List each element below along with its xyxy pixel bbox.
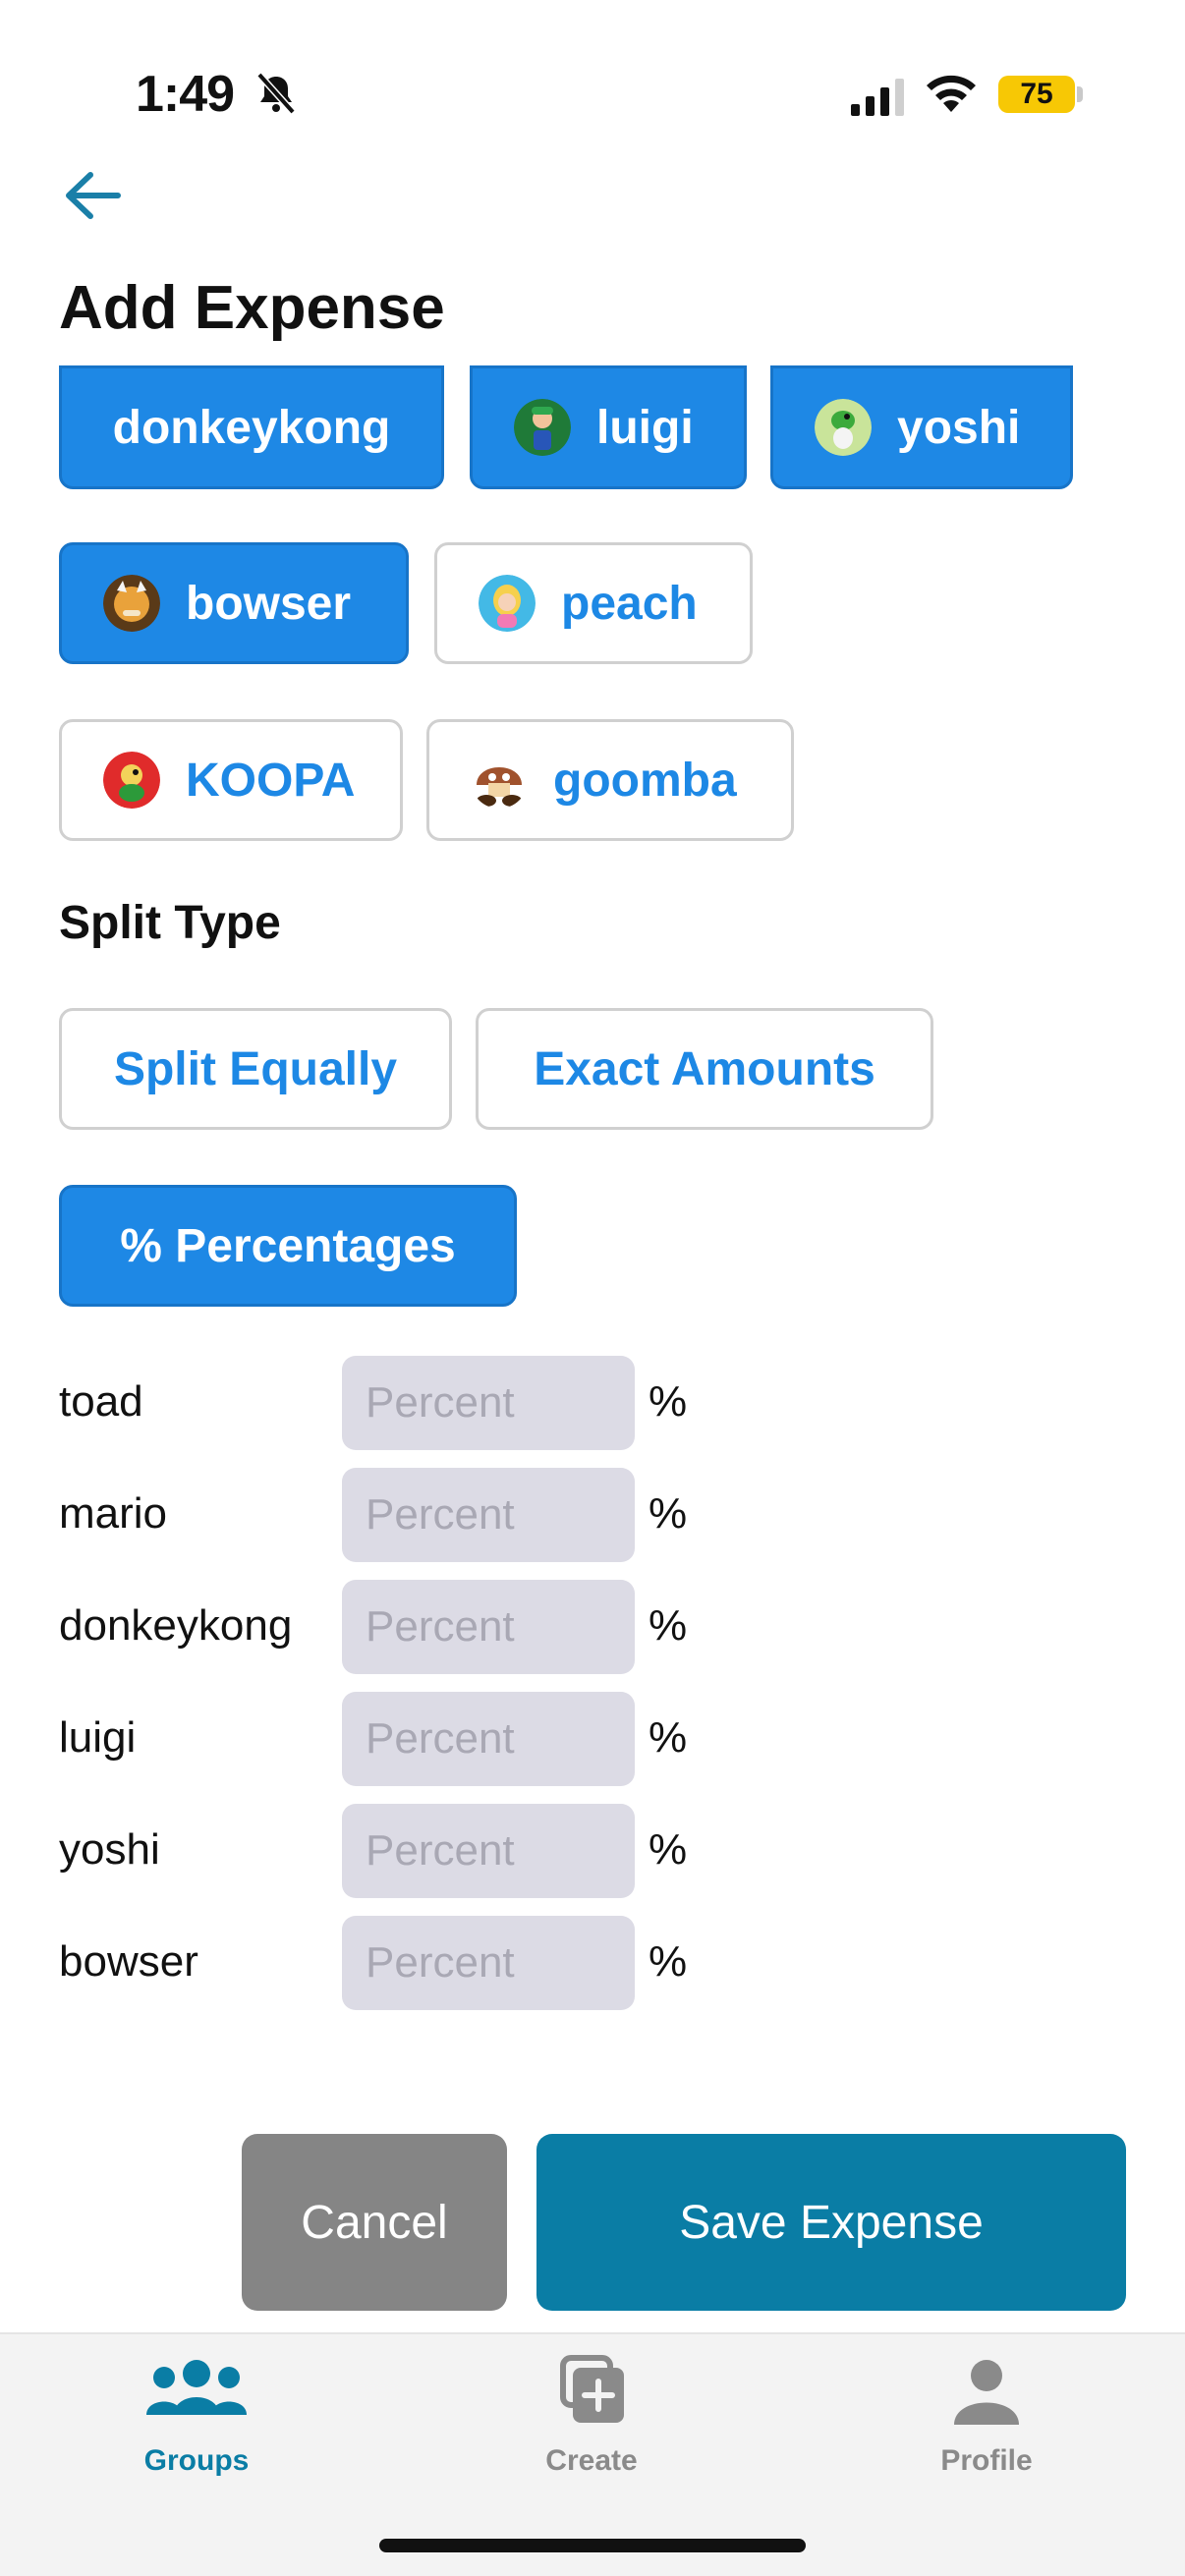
status-time: 1:49	[136, 66, 235, 123]
tab-label: Create	[545, 2444, 638, 2477]
percent-sign: %	[649, 1825, 688, 1874]
participant-label: KOOPA	[186, 754, 356, 807]
member-name: mario	[59, 1489, 168, 1538]
percent-input[interactable]	[342, 1804, 635, 1898]
member-name: bowser	[59, 1937, 198, 1986]
percent-input[interactable]	[342, 1356, 635, 1450]
yoshi-avatar-icon	[815, 399, 872, 456]
percent-input[interactable]	[342, 1580, 635, 1674]
percent-sign: %	[649, 1489, 688, 1538]
percent-input[interactable]	[342, 1468, 635, 1562]
participant-chip-yoshi[interactable]: yoshi	[770, 365, 1073, 489]
wifi-icon	[927, 75, 976, 112]
split-option-label: Exact Amounts	[534, 1042, 875, 1095]
tab-profile[interactable]: Profile	[888, 2334, 1085, 2531]
participant-chip-goomba[interactable]: goomba	[426, 719, 794, 841]
create-icon	[560, 2355, 624, 2423]
bowser-avatar-icon	[103, 575, 160, 632]
participant-chip-luigi[interactable]: luigi	[470, 365, 747, 489]
profile-icon	[954, 2360, 1019, 2425]
member-name: donkeykong	[59, 1601, 293, 1650]
luigi-avatar-icon	[514, 399, 571, 456]
home-indicator	[379, 2539, 806, 2552]
battery-nub	[1077, 86, 1083, 102]
cancel-button[interactable]: Cancel	[242, 2134, 507, 2311]
peach-avatar-icon	[479, 575, 536, 632]
split-option-label: Split Equally	[113, 1042, 398, 1095]
participant-label: donkeykong	[112, 401, 391, 454]
battery-indicator: 75	[998, 76, 1075, 113]
tab-label: Groups	[143, 2444, 250, 2477]
back-arrow-icon[interactable]	[61, 165, 126, 226]
percent-input[interactable]	[342, 1692, 635, 1786]
cellular-signal-icon	[851, 79, 904, 116]
participant-label: yoshi	[897, 401, 1021, 454]
member-name: yoshi	[59, 1825, 160, 1874]
groups-icon	[146, 2360, 247, 2415]
percent-sign: %	[649, 1377, 688, 1426]
participant-label: goomba	[553, 754, 737, 807]
koopa-avatar-icon	[103, 752, 160, 809]
tab-label: Profile	[940, 2444, 1033, 2477]
member-name: luigi	[59, 1713, 137, 1762]
member-name: toad	[59, 1377, 143, 1426]
page-title: Add Expense	[59, 274, 445, 342]
tab-create[interactable]: Create	[493, 2334, 690, 2531]
participant-chip-peach[interactable]: peach	[434, 542, 753, 664]
percentages-button[interactable]: % Percentages	[59, 1185, 517, 1307]
participant-label: peach	[561, 577, 698, 630]
split-equally-button[interactable]: Split Equally	[59, 1008, 452, 1130]
participant-chip-donkeykong[interactable]: donkeykong	[59, 365, 444, 489]
percent-input[interactable]	[342, 1916, 635, 2010]
percent-sign: %	[649, 1937, 688, 1986]
save-expense-button[interactable]: Save Expense	[536, 2134, 1126, 2311]
split-option-label: % Percentages	[120, 1219, 456, 1272]
split-type-title: Split Type	[59, 897, 281, 949]
participant-label: luigi	[596, 401, 694, 454]
bell-muted-icon	[256, 72, 296, 115]
exact-amounts-button[interactable]: Exact Amounts	[476, 1008, 933, 1130]
participant-label: bowser	[186, 577, 352, 630]
percent-sign: %	[649, 1601, 688, 1650]
participant-chip-koopa[interactable]: KOOPA	[59, 719, 403, 841]
participant-chip-bowser[interactable]: bowser	[59, 542, 409, 664]
tab-groups[interactable]: Groups	[98, 2334, 295, 2531]
percent-sign: %	[649, 1713, 688, 1762]
goomba-avatar-icon	[477, 767, 522, 807]
